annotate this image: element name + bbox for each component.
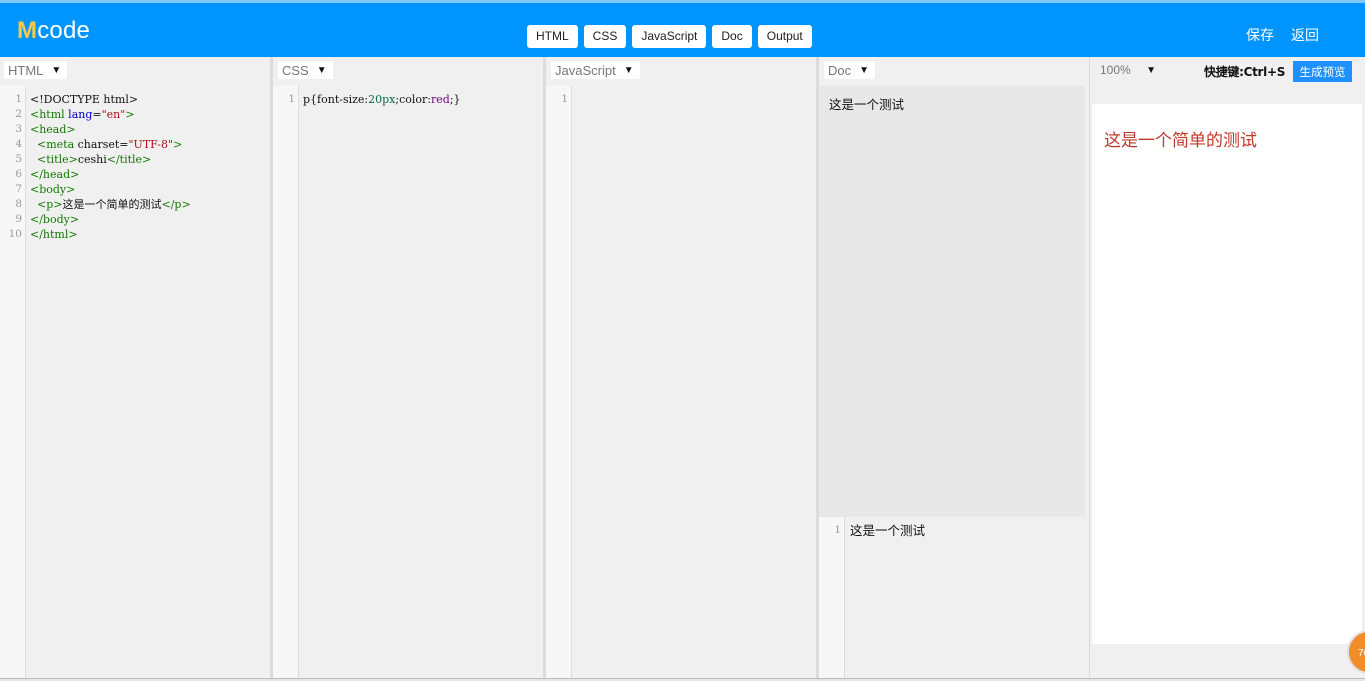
doc-panel: Doc ▼ 这是一个测试 1 这是一个测试: [819, 57, 1089, 681]
doc-editor[interactable]: 1 这是一个测试: [819, 517, 1089, 681]
generate-preview-button[interactable]: 生成预览: [1293, 61, 1352, 82]
caret-down-icon: ▼: [51, 64, 62, 76]
tab-output[interactable]: Output: [757, 25, 812, 48]
javascript-line-numbers: 1: [546, 86, 572, 681]
tab-html[interactable]: HTML: [527, 25, 578, 48]
doc-preview: 这是一个测试: [819, 86, 1085, 517]
save-link[interactable]: 保存: [1246, 25, 1274, 45]
code-line: <meta charset="UTF-8">: [37, 138, 183, 151]
code-line: <!DOCTYPE html>: [30, 93, 139, 106]
caret-down-icon: ▼: [1146, 64, 1156, 76]
output-preview-frame: 这是一个简单的测试: [1092, 104, 1362, 644]
html-panel: HTML ▼ 1 2 3 4 5 6 7 8 9 10 <!DOCTYPE html> <html …: [0, 57, 270, 681]
tab-doc[interactable]: Doc: [712, 25, 752, 48]
html-code-editor[interactable]: <!DOCTYPE html> <html lang="en"> <head> …: [30, 86, 270, 681]
javascript-panel: JavaScript ▼ 1: [546, 57, 816, 681]
css-line-numbers: 1: [273, 86, 299, 681]
css-panel-header: CSS ▼: [273, 57, 543, 86]
css-panel: CSS ▼ 1 p{font-size:20px;color:red;}: [273, 57, 543, 681]
css-language-select[interactable]: CSS ▼: [278, 61, 333, 79]
code-line: p{font-size:20px;color:red;}: [303, 93, 461, 106]
doc-preview-text: 这是一个测试: [829, 97, 905, 112]
code-line: 这是一个测试: [850, 523, 926, 538]
code-line: <p>这是一个简单的测试</p>: [37, 198, 191, 211]
doc-language-select[interactable]: Doc ▼: [824, 61, 876, 79]
doc-panel-header: Doc ▼: [819, 57, 1089, 86]
code-line: <title>ceshi</title>: [37, 153, 152, 166]
tab-css[interactable]: CSS: [583, 25, 627, 48]
top-bar: Mcode HTML CSS JavaScript Doc Output 保存 …: [0, 0, 1365, 57]
caret-down-icon: ▼: [623, 64, 634, 76]
html-panel-header: HTML ▼: [0, 57, 270, 86]
panel-toggle-bar: HTML CSS JavaScript Doc Output: [527, 25, 812, 48]
doc-code-editor[interactable]: 这是一个测试: [850, 517, 1089, 681]
shortcut-hint: 快捷键:Ctrl+S: [1204, 65, 1286, 79]
zoom-select[interactable]: 100% ▼: [1096, 61, 1160, 79]
caret-down-icon: ▼: [859, 64, 870, 76]
output-panel: 100% ▼ 快捷键:Ctrl+S 生成预览 这是一个简单的测试: [1090, 57, 1365, 681]
javascript-language-select[interactable]: JavaScript ▼: [551, 61, 640, 79]
doc-line-numbers: 1: [819, 517, 845, 681]
caret-down-icon: ▼: [316, 64, 327, 76]
code-line: </body>: [30, 213, 80, 226]
back-link[interactable]: 返回: [1291, 25, 1319, 45]
app-logo[interactable]: Mcode: [17, 17, 90, 45]
code-line: <html lang="en">: [30, 108, 135, 121]
code-line: </html>: [30, 228, 78, 241]
javascript-panel-header: JavaScript ▼: [546, 57, 816, 86]
javascript-code-editor[interactable]: [576, 86, 816, 681]
css-code-editor[interactable]: p{font-size:20px;color:red;}: [303, 86, 543, 681]
html-language-select[interactable]: HTML ▼: [4, 61, 68, 79]
tab-javascript[interactable]: JavaScript: [632, 25, 707, 48]
output-preview-text: 这是一个简单的测试: [1104, 131, 1257, 151]
code-line: <head>: [30, 123, 76, 136]
code-line: <body>: [30, 183, 76, 196]
code-line: </head>: [30, 168, 80, 181]
html-line-numbers: 1 2 3 4 5 6 7 8 9 10: [0, 86, 26, 681]
